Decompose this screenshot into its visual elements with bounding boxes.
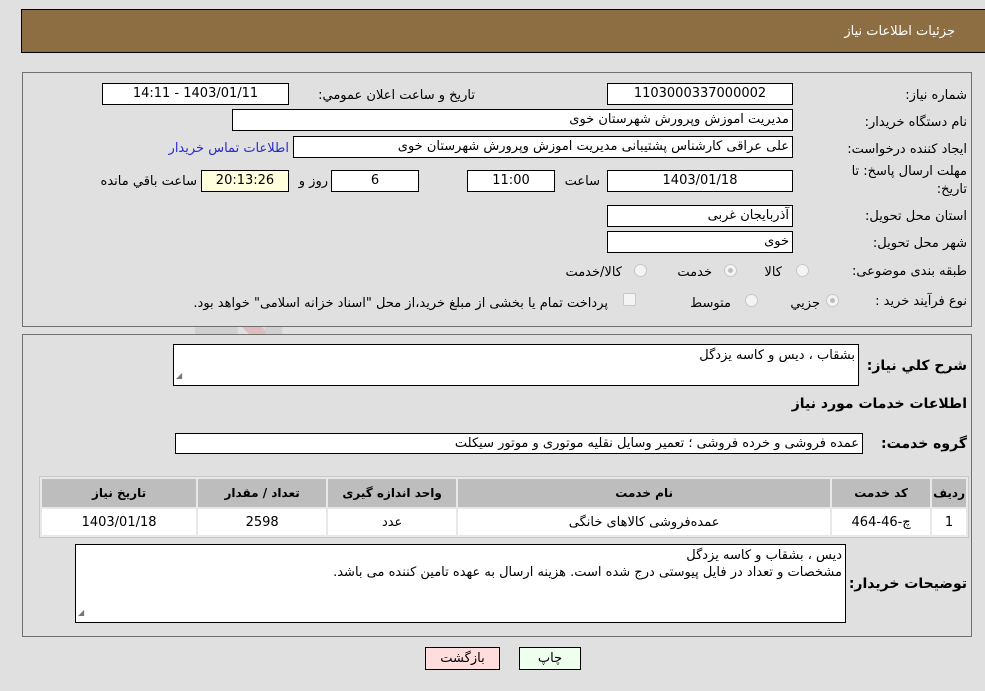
days-field[interactable]: 6 [331, 170, 419, 192]
deadline-time-field[interactable]: 11:00 [467, 170, 555, 192]
service-group-field[interactable]: عمده فروشی و خرده فروشی ؛ تعمیر وسایل نق… [175, 433, 863, 454]
category-radio-goods-service[interactable] [634, 264, 647, 277]
days-label: روز و [298, 174, 328, 189]
page-title: جزئیات اطلاعات نیاز [844, 24, 955, 39]
need-number-label: شماره نیاز: [905, 88, 967, 103]
announce-field[interactable]: 1403/01/11 - 14:11 [102, 83, 289, 105]
col-header-need-date: تاریخ نیاز [42, 479, 197, 507]
resize-handle-icon[interactable]: ◢ [78, 604, 84, 621]
buyer-contact-link[interactable]: اطلاعات تماس خریدار [169, 141, 289, 156]
buyer-org-field[interactable]: مدیریت اموزش وپرورش شهرستان خوی [232, 109, 793, 131]
col-header-service-name: نام خدمت [458, 479, 831, 507]
table-header-row: ردیف کد خدمت نام خدمت واحد اندازه گیری ت… [42, 479, 966, 507]
deadline-label-2: تاریخ: [936, 182, 967, 197]
page-header: جزئیات اطلاعات نیاز [21, 9, 985, 53]
cell-unit: عدد [328, 509, 457, 535]
process-radio-medium[interactable] [745, 294, 758, 307]
cell-quantity: 2598 [198, 509, 327, 535]
col-header-row-num: ردیف [932, 479, 966, 507]
creator-field[interactable]: علی عراقی کارشناس پشتیبانی مدیریت اموزش … [293, 136, 793, 158]
cell-service-code: چ-46-464 [832, 509, 931, 535]
category-option-goods-service: کالا/خدمت [565, 265, 622, 280]
process-option-medium: متوسط [690, 296, 731, 311]
buyer-notes-line-1: دیس ، بشقاب و کاسه یزدگل [686, 548, 842, 563]
buyer-notes-textarea[interactable]: دیس ، بشقاب و کاسه یزدگل مشخصات و تعداد … [75, 544, 846, 623]
province-label: استان محل تحویل: [865, 209, 967, 224]
treasury-payment-note: پرداخت تمام یا بخشی از مبلغ خرید،از محل … [193, 296, 608, 311]
process-option-minor: جزيي [790, 296, 820, 311]
treasury-payment-checkbox[interactable] [623, 293, 636, 306]
col-header-quantity: تعداد / مقدار [198, 479, 327, 507]
services-table: ردیف کد خدمت نام خدمت واحد اندازه گیری ت… [39, 476, 969, 538]
city-label: شهر محل تحویل: [872, 236, 967, 251]
process-radio-minor[interactable] [826, 294, 839, 307]
cell-service-name: عمده‌فروشی کالاهای خانگی [458, 509, 831, 535]
print-button[interactable]: چاپ [519, 647, 581, 670]
buyer-notes-label: توضیحات خریدار: [848, 576, 967, 592]
category-option-service: خدمت [677, 265, 712, 280]
deadline-time-label: ساعت [564, 174, 600, 189]
deadline-date-field[interactable]: 1403/01/18 [607, 170, 793, 192]
category-option-goods: کالا [764, 265, 782, 280]
announce-label: تاریخ و ساعت اعلان عمومي: [318, 88, 475, 103]
process-label: نوع فرآیند خرید : [875, 294, 967, 309]
category-radio-goods[interactable] [796, 264, 809, 277]
back-button[interactable]: بازگشت [425, 647, 500, 670]
category-label: طبقه بندی موضوعی: [851, 264, 967, 279]
province-field[interactable]: آذربایجان غربی [607, 205, 793, 227]
service-group-label: گروه خدمت: [881, 436, 967, 452]
buyer-notes-line-2: مشخصات و تعداد در فایل پیوستی درج شده اس… [333, 565, 842, 580]
cell-row-num: 1 [932, 509, 966, 535]
summary-label: شرح کلي نياز: [866, 358, 967, 374]
summary-text: بشقاب ، دیس و کاسه یزدگل [699, 348, 855, 363]
col-header-unit: واحد اندازه گیری [328, 479, 457, 507]
resize-handle-icon[interactable]: ◢ [176, 367, 182, 384]
deadline-label: مهلت ارسال پاسخ: تا [851, 164, 967, 179]
buyer-org-label: نام دستگاه خریدار: [864, 115, 967, 130]
city-field[interactable]: خوی [607, 231, 793, 253]
cell-need-date: 1403/01/18 [42, 509, 197, 535]
table-row: 1 چ-46-464 عمده‌فروشی کالاهای خانگی عدد … [42, 509, 966, 535]
remaining-time-field: 20:13:26 [201, 170, 289, 192]
need-number-field[interactable]: 1103000337000002 [607, 83, 793, 105]
col-header-service-code: کد خدمت [832, 479, 931, 507]
creator-label: ایجاد کننده درخواست: [847, 142, 967, 157]
summary-textarea[interactable]: بشقاب ، دیس و کاسه یزدگل ◢ [173, 344, 859, 386]
category-radio-service[interactable] [724, 264, 737, 277]
services-section-title: اطلاعات خدمات مورد نیاز [791, 396, 967, 412]
remaining-label: ساعت باقي مانده [100, 174, 197, 189]
